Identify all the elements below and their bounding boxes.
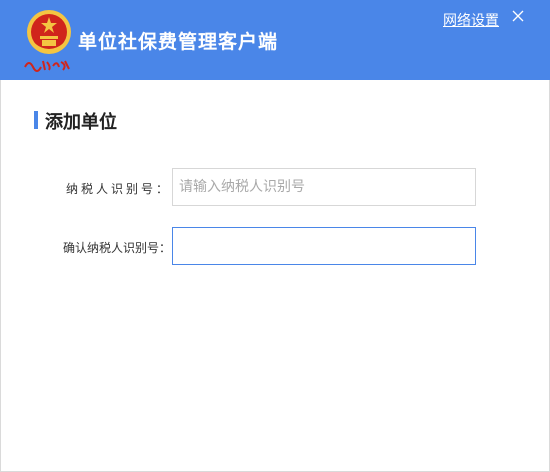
main-panel: [0, 80, 550, 472]
app-title: 单位社保费管理客户端: [78, 31, 279, 53]
section-title: 添加单位: [45, 112, 117, 133]
tax-emblem-icon: [27, 10, 71, 54]
close-icon[interactable]: [511, 9, 525, 23]
confirm-taxpayer-id-input[interactable]: [172, 227, 476, 265]
brand-script-logo: [24, 60, 70, 72]
taxpayer-id-input[interactable]: [172, 168, 476, 206]
taxpayer-id-label: 纳税人识别号：: [65, 182, 171, 196]
confirm-taxpayer-id-label: 确认纳税人识别号：: [62, 241, 171, 255]
title-bar: 单位社保费管理客户端 网络设置: [0, 0, 550, 80]
network-settings-link[interactable]: 网络设置: [443, 10, 499, 30]
section-accent-bar: [34, 111, 38, 129]
